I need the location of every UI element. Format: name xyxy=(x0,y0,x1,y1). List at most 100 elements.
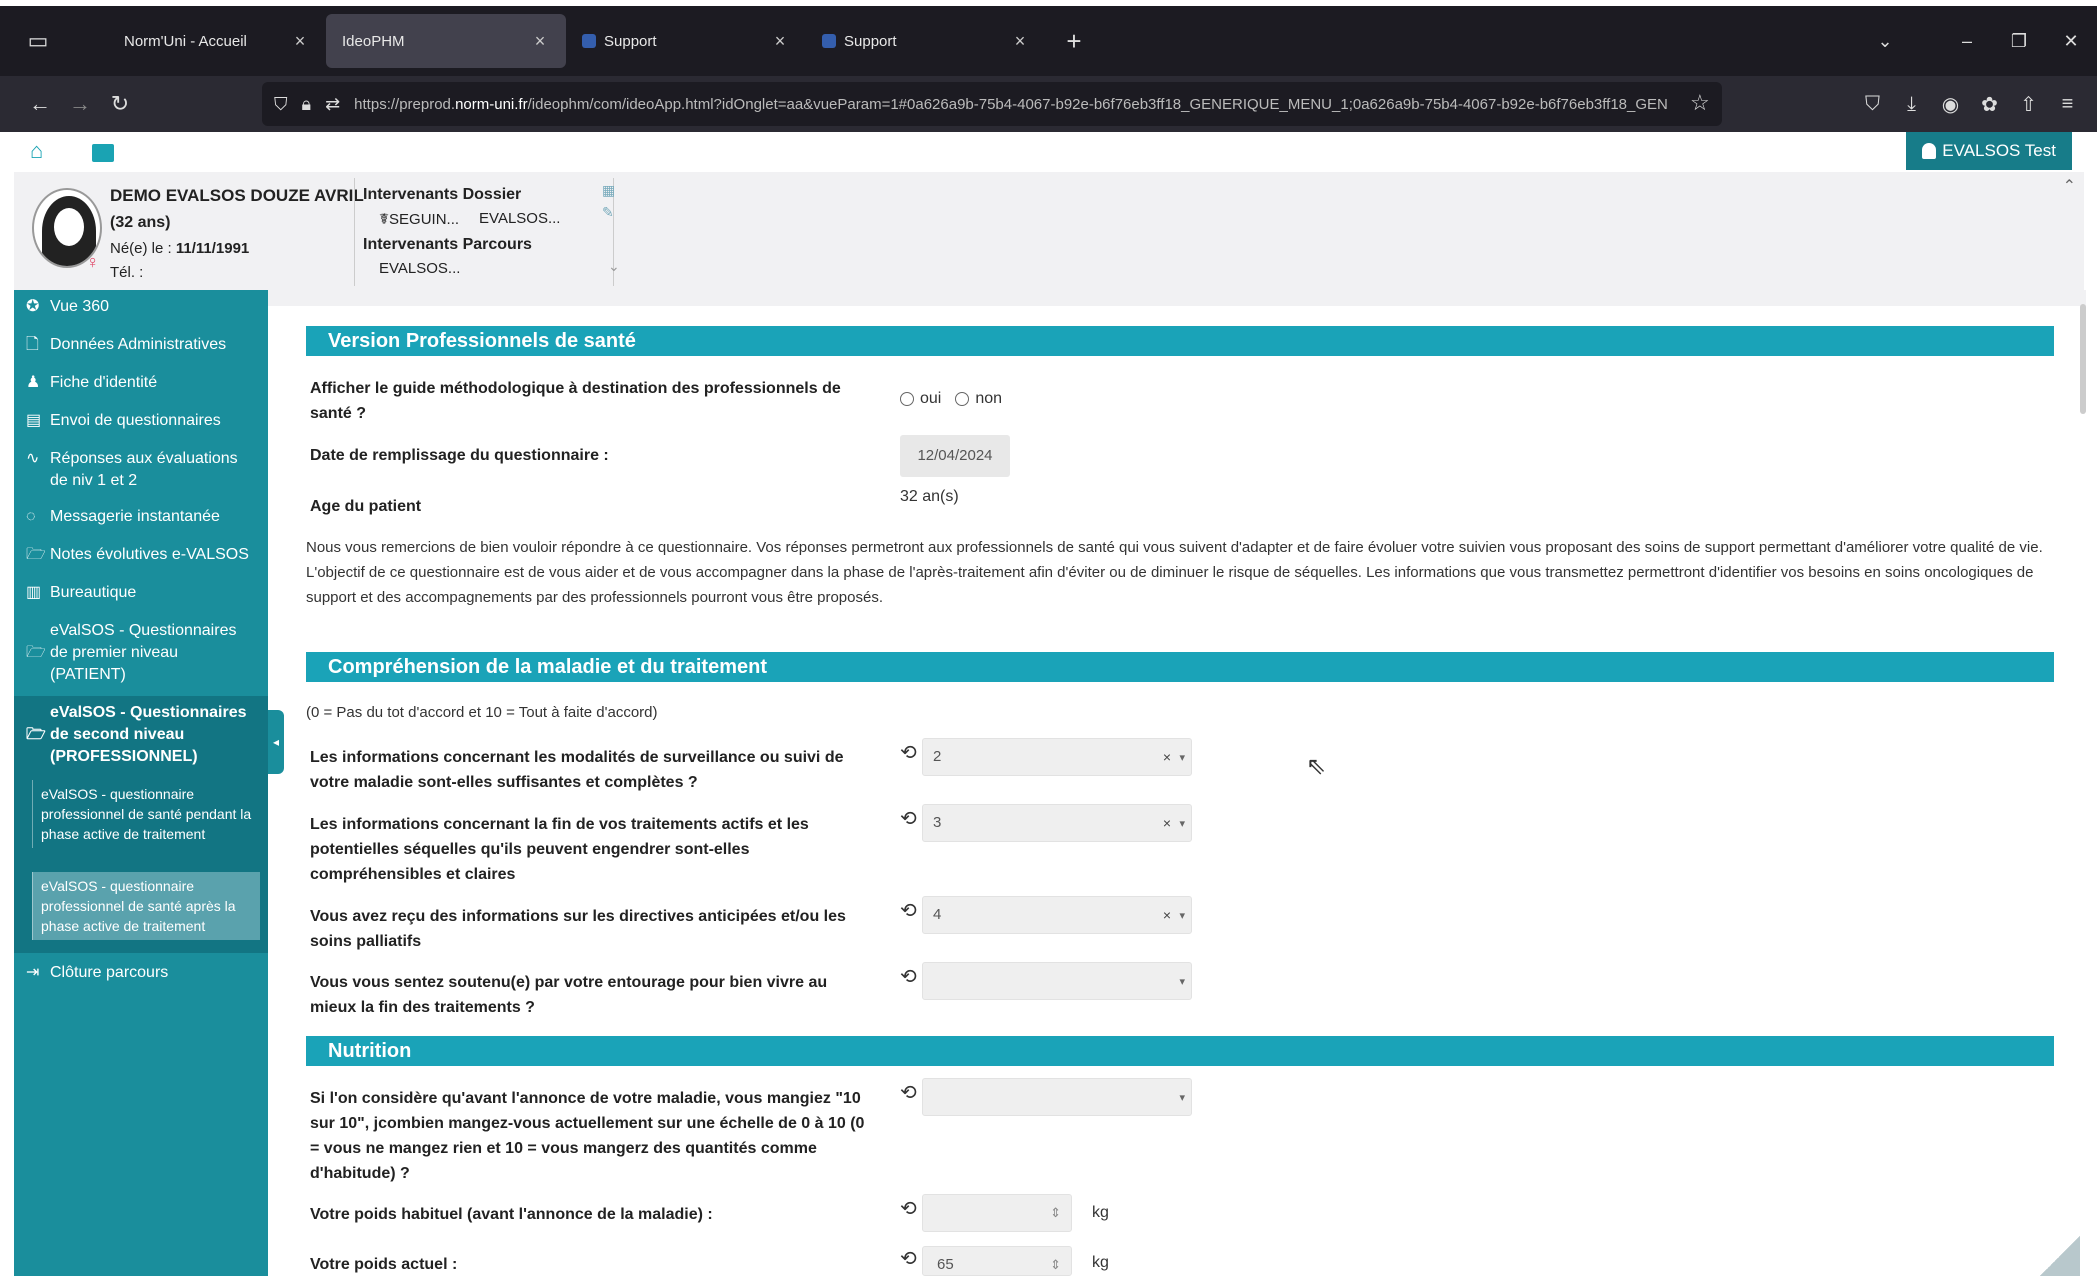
calendar-icon[interactable]: ▦ xyxy=(602,182,615,199)
tab-favicon-icon xyxy=(102,34,116,48)
vue360-icon: ✪ xyxy=(26,298,40,315)
new-tab-icon[interactable]: + xyxy=(1056,26,1092,57)
permissions-icon[interactable]: ⇄ xyxy=(325,94,340,115)
back-icon[interactable]: ← xyxy=(20,91,60,117)
sidebar-item-cloture[interactable]: ⇥ Clôture parcours xyxy=(26,962,168,984)
browser-tab-4[interactable]: Support × xyxy=(806,14,1046,68)
clear-icon[interactable]: × xyxy=(1163,805,1171,841)
restore-icon[interactable]: ❐ xyxy=(1993,31,2045,52)
sidebar-item-donnees-administratives[interactable]: 🗋︎ Données Administratives xyxy=(26,334,226,356)
intervenant-item[interactable]: ☤SEGUIN... xyxy=(379,210,459,228)
home-icon[interactable]: ⌂ xyxy=(30,138,43,164)
exit-icon: ⇥ xyxy=(26,964,40,981)
sidebar-item-notes-evolutives[interactable]: 🗁︎ Notes évolutives e-VALSOS xyxy=(26,544,249,566)
close-tab-icon[interactable]: × xyxy=(770,31,790,52)
unit-kg: kg xyxy=(1092,1254,1109,1271)
sidebar-item-bureautique[interactable]: ▥ Bureautique xyxy=(26,582,136,604)
answer-select[interactable]: 2 × ▾ xyxy=(922,738,1192,776)
intervenant-item[interactable]: EVALSOS... xyxy=(479,210,560,228)
sidebar-item-messagerie[interactable]: ◌ Messagerie instantanée xyxy=(26,506,220,528)
edit-icon[interactable]: ✎ xyxy=(602,204,614,221)
undo-icon[interactable]: ⟲ xyxy=(900,740,917,765)
close-tab-icon[interactable]: × xyxy=(530,31,550,52)
sidebar-item-envoi-questionnaires[interactable]: ▤ Envoi de questionnaires xyxy=(26,410,221,432)
browser-tab-3[interactable]: Support × xyxy=(566,14,806,68)
poids-habituel-input[interactable]: ⇕ xyxy=(922,1194,1072,1232)
lock-icon[interactable]: 🔒︎ xyxy=(302,94,312,115)
tab-title: Support xyxy=(844,32,897,50)
sidebar-collapse-toggle[interactable]: ◂ xyxy=(268,710,284,774)
account-icon[interactable]: ◉ xyxy=(1931,92,1970,117)
answer-select[interactable]: 3 × ▾ xyxy=(922,804,1192,842)
user-menu-button[interactable]: EVALSOS Test xyxy=(1906,132,2072,170)
poids-actuel-label: Votre poids actuel : xyxy=(310,1256,458,1273)
chevron-down-icon: ▾ xyxy=(1179,910,1185,922)
intervenant-item[interactable]: EVALSOS... xyxy=(379,260,460,277)
vertical-scrollbar[interactable] xyxy=(2080,304,2086,414)
clipboard-icon: ▤ xyxy=(26,412,42,429)
sidebar-item-fiche-identite[interactable]: ♟ Fiche d'identité xyxy=(26,372,157,394)
tab-title: Norm'Uni - Accueil xyxy=(124,32,247,50)
stepper-icon[interactable]: ⇕ xyxy=(1050,1247,1061,1283)
navigation-bar: ← → ↻ ⛉ 🔒︎ ⇄ https://preprod.norm-uni.fr… xyxy=(0,76,2097,132)
nutrition-select[interactable]: ▾ xyxy=(922,1078,1192,1116)
download-icon[interactable]: ⤓ xyxy=(1892,93,1931,116)
poids-actuel-input[interactable]: 65 ⇕ xyxy=(922,1246,1072,1276)
chevron-down-icon: ▾ xyxy=(1179,976,1185,988)
clear-icon[interactable]: × xyxy=(1163,897,1171,933)
patient-dob: Né(e) le : 11/11/1991 xyxy=(110,240,250,257)
reload-icon[interactable]: ↻ xyxy=(100,91,140,117)
extensions-icon[interactable]: ✿ xyxy=(1970,92,2009,117)
sidebar-item-questionnaires-patient[interactable]: 🗁︎ eValSOS - Questionnaires de premier ni… xyxy=(26,620,256,686)
share-icon[interactable]: ⇧ xyxy=(2009,92,2048,117)
mouse-cursor-icon: ⇖ xyxy=(1306,753,1327,780)
poids-habituel-label: Votre poids habituel (avant l'annonce de… xyxy=(310,1206,713,1223)
resize-corner xyxy=(2040,1236,2080,1276)
sidebar-subitem-apres[interactable]: eValSOS - questionnaire professionnel de… xyxy=(32,872,260,940)
answer-select[interactable]: 4 × ▾ xyxy=(922,896,1192,934)
forward-icon[interactable]: → xyxy=(60,91,100,117)
sidebar-subitem-pendant[interactable]: eValSOS - questionnaire professionnel de… xyxy=(32,780,260,848)
tab-title: Support xyxy=(604,32,657,50)
minimize-icon[interactable]: – xyxy=(1941,31,1993,52)
bookmark-star-icon[interactable]: ☆ xyxy=(1690,90,1710,116)
radio-oui[interactable] xyxy=(900,392,914,406)
browser-tab-1[interactable]: Norm'Uni - Accueil × xyxy=(86,14,326,68)
undo-icon[interactable]: ⟲ xyxy=(900,1246,917,1271)
chevron-down-icon[interactable]: ⌄ xyxy=(1859,31,1911,52)
close-tab-icon[interactable]: × xyxy=(290,31,310,52)
sidebar-item-questionnaires-professionnel[interactable]: 🗁︎ eValSOS - Questionnaires de second niv… xyxy=(26,702,262,768)
intervenants-panel: Intervenants Dossier ☤SEGUIN... EVALSOS.… xyxy=(354,178,614,286)
stepper-icon[interactable]: ⇕ xyxy=(1050,1195,1061,1231)
unit-kg: kg xyxy=(1092,1204,1109,1221)
sidebar-item-vue360[interactable]: ✪ Vue 360 xyxy=(26,296,109,318)
undo-icon[interactable]: ⟲ xyxy=(900,964,917,989)
chevron-down-icon[interactable]: ⌄ xyxy=(608,258,620,275)
undo-icon[interactable]: ⟲ xyxy=(900,898,917,923)
tab-list-icon[interactable]: ▭ xyxy=(20,23,56,59)
chevron-up-icon[interactable]: ⌃ xyxy=(2063,176,2076,196)
chevron-down-icon: ▾ xyxy=(1179,1092,1185,1104)
shield-icon[interactable]: ⛉ xyxy=(274,94,288,115)
answer-select[interactable]: ▾ xyxy=(922,962,1192,1000)
clear-icon[interactable]: × xyxy=(1163,739,1171,775)
date-field[interactable]: 12/04/2024 xyxy=(900,435,1010,477)
undo-icon[interactable]: ⟲ xyxy=(900,1196,917,1221)
url-text: https://preprod.norm-uni.fr/ideophm/com/… xyxy=(354,95,1668,113)
undo-icon[interactable]: ⟲ xyxy=(900,1080,917,1105)
address-bar[interactable]: ⛉ 🔒︎ ⇄ https://preprod.norm-uni.fr/ideop… xyxy=(262,82,1722,126)
browser-toolbar: ⛉ ⤓ ◉ ✿ ⇧ ≡ xyxy=(1853,76,2087,132)
folder-icon[interactable] xyxy=(92,144,114,162)
radio-non[interactable] xyxy=(955,392,970,406)
undo-icon[interactable]: ⟲ xyxy=(900,806,917,831)
patient-name: DEMO EVALSOS DOUZE AVRIL xyxy=(110,186,364,205)
close-tab-icon[interactable]: × xyxy=(1010,31,1030,52)
browser-tab-2[interactable]: IdeoPHM × xyxy=(326,14,566,68)
close-window-icon[interactable]: ✕ xyxy=(2045,31,2097,52)
sidebar-item-reponses[interactable]: ∿ Réponses aux évaluations de niv 1 et 2 xyxy=(26,448,256,492)
question-label: Vous vous sentez soutenu(e) par votre en… xyxy=(310,974,828,1016)
pocket-icon[interactable]: ⛉ xyxy=(1853,93,1892,116)
menu-icon[interactable]: ≡ xyxy=(2048,93,2087,116)
window-controls: ⌄ – ❐ ✕ xyxy=(1859,6,2097,76)
age-label: Age du patient xyxy=(310,498,422,515)
